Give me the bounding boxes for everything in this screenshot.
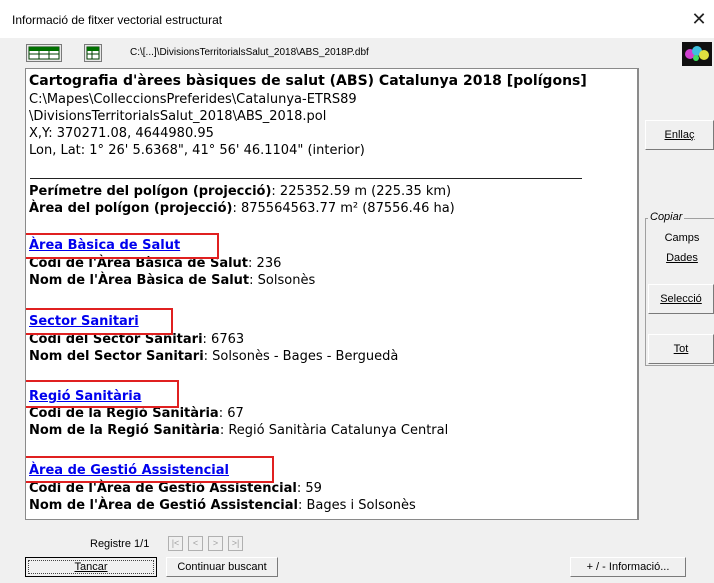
table-view-button[interactable] [26, 44, 62, 62]
info-panel: Cartografia d'àrees bàsiques de salut (A… [25, 68, 639, 520]
copy-all-button[interactable]: Tot [648, 334, 714, 364]
copy-all-label: Tot [673, 343, 689, 355]
copy-selection-button[interactable]: Selecció [648, 284, 714, 314]
info-dialog: Informació de fitxer vectorial estructur… [0, 0, 714, 583]
abs-code-value: : 236 [248, 256, 282, 271]
table-icon [28, 46, 60, 60]
sector-code-value: : 6763 [202, 332, 245, 347]
copy-fields-label: Camps [664, 232, 700, 244]
copy-selection-label: Selecció [660, 293, 702, 305]
continue-search-button[interactable]: Continuar buscant [166, 557, 278, 577]
link-area-basica-salut[interactable]: Àrea Bàsica de Salut [29, 238, 180, 253]
copy-group-label: Copiar [648, 211, 685, 223]
perimeter-row: Perímetre del polígon (projecció): 22535… [29, 183, 451, 200]
copy-data-label: Dades [666, 252, 698, 264]
sector-name-value: : Solsonès - Bages - Berguedà [203, 349, 399, 364]
link-button-label: Enllaç [664, 129, 695, 141]
regio-name-value: : Regió Sanitària Catalunya Central [219, 423, 449, 438]
ages-code-value: : 59 [296, 481, 322, 496]
abs-name-label: Nom de l'Àrea Bàsica de Salut [29, 273, 250, 288]
regio-name-label: Nom de la Regió Sanitària [29, 423, 220, 438]
toolbar: C:\[...]\DivisionsTerritorialsSalut_2018… [26, 44, 686, 64]
layer-path-line1: C:\Mapes\ColleccionsPreferides\Catalunya… [29, 92, 357, 107]
ages-code-row: Codi de l'Àrea de Gestió Assistencial: 5… [29, 480, 322, 497]
previous-record-button[interactable]: < [188, 536, 203, 551]
continue-search-label: Continuar buscant [177, 561, 267, 573]
xy-coordinates: X,Y: 370271.08, 4644980.95 [29, 126, 214, 141]
ages-name-value: : Bages i Solsonès [297, 498, 416, 513]
ages-code-label: Codi de l'Àrea de Gestió Assistencial [29, 481, 297, 496]
section-abs: Àrea Bàsica de Salut [29, 237, 180, 254]
last-record-button[interactable]: >| [228, 536, 243, 551]
close-button-label: Tancar [74, 561, 108, 573]
save-table-icon [86, 46, 100, 60]
ages-name-label: Nom de l'Àrea de Gestió Assistencial [29, 498, 298, 513]
abs-code-row: Codi de l'Àrea Bàsica de Salut: 236 [29, 255, 281, 272]
link-regio-sanitaria[interactable]: Regió Sanitària [29, 389, 142, 404]
perimeter-value: : 225352.59 m (225.35 km) [271, 184, 452, 199]
title-bar: Informació de fitxer vectorial estructur… [0, 0, 714, 38]
regio-name-row: Nom de la Regió Sanitària: Regió Sanitàr… [29, 422, 448, 439]
toggle-info-button[interactable]: + / - Informació... [570, 557, 686, 577]
area-label: Àrea del polígon (projecció) [29, 201, 233, 216]
sector-code-label: Codi del Sector Sanitari [29, 332, 203, 347]
area-row: Àrea del polígon (projecció): 875564563.… [29, 200, 455, 217]
save-table-button[interactable] [84, 44, 102, 62]
first-record-button[interactable]: |< [168, 536, 183, 551]
abs-code-label: Codi de l'Àrea Bàsica de Salut [29, 256, 249, 271]
close-window-button[interactable]: ✕ [688, 9, 710, 31]
section-ages: Àrea de Gestió Assistencial [29, 462, 229, 479]
window-title: Informació de fitxer vectorial estructur… [12, 13, 223, 27]
regio-code-label: Codi de la Regió Sanitària [29, 406, 219, 421]
layer-path-line2: \DivisionsTerritorialsSalut_2018\ABS_201… [29, 109, 327, 124]
link-area-gestio-assistencial[interactable]: Àrea de Gestió Assistencial [29, 463, 229, 478]
link-button[interactable]: Enllaç [645, 120, 714, 150]
ages-name-row: Nom de l'Àrea de Gestió Assistencial: Ba… [29, 497, 416, 514]
section-regio: Regió Sanitària [29, 388, 142, 405]
abs-name-value: : Solsonès [249, 273, 316, 288]
layer-heading: Cartografia d'àrees bàsiques de salut (A… [29, 73, 587, 89]
copy-data-button[interactable]: Dades [650, 249, 714, 267]
sector-name-row: Nom del Sector Sanitari: Solsonès - Bage… [29, 348, 398, 365]
sector-name-label: Nom del Sector Sanitari [29, 349, 204, 364]
link-sector-sanitari[interactable]: Sector Sanitari [29, 314, 139, 329]
area-value: : 875564563.77 m² (87556.46 ha) [232, 201, 455, 216]
copy-fields-button[interactable]: Camps [650, 229, 714, 247]
divider [30, 178, 582, 179]
next-record-button[interactable]: > [208, 536, 223, 551]
regio-code-value: : 67 [218, 406, 244, 421]
lonlat-coordinates: Lon, Lat: 1° 26' 5.6368", 41° 56' 46.110… [29, 143, 365, 158]
section-sector: Sector Sanitari [29, 313, 139, 330]
toggle-info-label: + / - Informació... [586, 561, 670, 573]
miramon-logo [682, 42, 712, 66]
file-path: C:\[...]\DivisionsTerritorialsSalut_2018… [130, 47, 369, 58]
perimeter-label: Perímetre del polígon (projecció) [29, 184, 272, 199]
regio-code-row: Codi de la Regió Sanitària: 67 [29, 405, 244, 422]
sector-code-row: Codi del Sector Sanitari: 6763 [29, 331, 244, 348]
abs-name-row: Nom de l'Àrea Bàsica de Salut: Solsonès [29, 272, 315, 289]
record-counter: Registre 1/1 [90, 538, 150, 550]
close-button[interactable]: Tancar [25, 557, 157, 577]
